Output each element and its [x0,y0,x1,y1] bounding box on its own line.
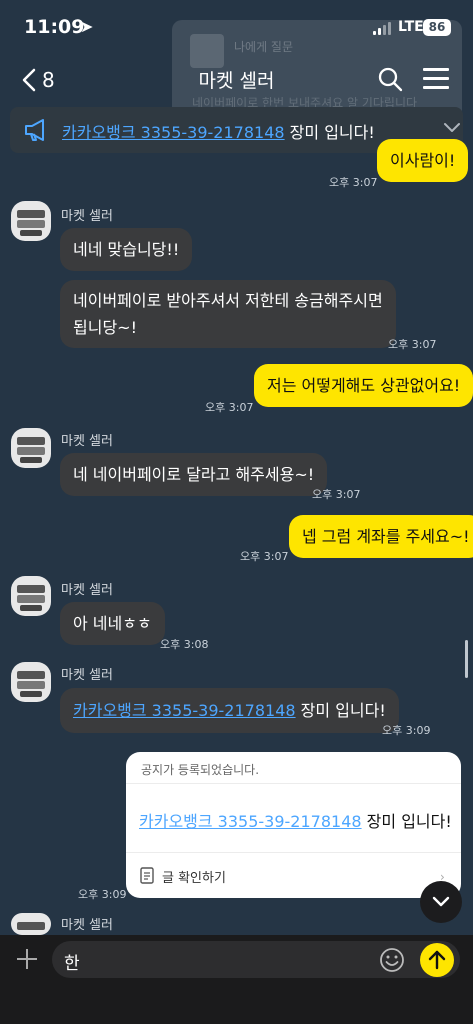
pinned-account-link[interactable]: 카카오뱅크 3355-39-2178148 [62,123,285,142]
message-text: 이사람이! [390,151,456,170]
account-link[interactable]: 카카오뱅크 3355-39-2178148 [73,701,296,720]
chevron-down-icon[interactable] [443,121,461,135]
message-text-line: 됩니당~! [73,318,137,337]
their-message-bubble[interactable]: 네네 맞습니당!! [60,228,193,271]
sender-name: 마켓 셀러 [61,209,113,224]
my-message-bubble[interactable]: 이사람이! [377,139,469,182]
message-time: 오후 3:09 [382,724,431,737]
view-post-button[interactable]: 글 확인하기 › [140,865,450,887]
notice-card[interactable]: 공지가 등록되었습니다. 카카오뱅크 3355-39-2178148 장미 입니… [126,752,461,898]
my-message-bubble[interactable]: 저는 어떻게해도 상관없어요! [254,364,473,407]
search-icon[interactable] [376,65,404,93]
message-input[interactable]: 한 [52,941,460,978]
pinned-notice-text: 카카오뱅크 3355-39-2178148 장미 입니다! [62,119,375,143]
send-button[interactable] [420,943,454,977]
message-text: 저는 어떻게해도 상관없어요! [267,376,461,395]
plus-icon[interactable] [16,948,38,970]
sender-name: 마켓 셀러 [61,668,113,683]
message-text: 아 네네ㅎㅎ [73,614,152,633]
arrow-up-icon [428,950,446,970]
avatar[interactable] [11,428,51,468]
view-post-label: 글 확인하기 [162,871,226,886]
message-time: 오후 3:07 [205,401,254,414]
message-text: 넵 그럼 계좌를 주세요~! [302,527,470,546]
notice-header: 공지가 등록되었습니다. [141,763,260,777]
scrollbar[interactable] [465,640,468,678]
avatar[interactable] [11,201,51,241]
their-message-bubble[interactable]: 네이버페이로 받아주셔서 저한테 송금해주시면 됩니당~! [60,280,396,348]
megaphone-icon [25,119,44,141]
my-message-bubble[interactable]: 넵 그럼 계좌를 주세요~! [289,515,473,558]
message-text-line: 네이버페이로 받아주셔서 저한테 송금해주시면 [73,291,383,310]
message-time: 오후 3:07 [388,338,437,351]
avatar[interactable] [11,576,51,616]
notice-account-link[interactable]: 카카오뱅크 3355-39-2178148 [139,812,362,831]
avatar[interactable] [11,662,51,702]
message-time: 오후 3:07 [312,488,361,501]
notice-suffix: 장미 입니다! [361,812,452,831]
chat-header: 8 마켓 셀러 [0,52,473,107]
menu-icon[interactable] [423,68,449,90]
divider [126,852,461,853]
message-text: 네네 맞습니당!! [73,240,180,259]
divider [126,783,461,784]
input-bar: 한 [0,935,473,1024]
their-message-bubble[interactable]: 아 네네ㅎㅎ [60,602,165,645]
pinned-suffix: 장미 입니다! [284,123,375,142]
document-icon [140,867,154,884]
sender-name: 마켓 셀러 [61,583,113,598]
status-time: 11:09 [24,16,85,38]
chevron-down-icon [432,896,450,907]
message-time: 오후 3:07 [329,176,378,189]
emoji-icon[interactable] [379,947,405,973]
their-message-bubble[interactable]: 네 네이버페이로 달라고 해주세용~! [60,453,328,496]
avatar[interactable] [11,913,51,935]
notice-body: 카카오뱅크 3355-39-2178148 장미 입니다! [139,808,452,832]
message-time: 오후 3:09 [78,888,127,901]
scroll-to-bottom-button[interactable] [420,881,462,923]
message-time: 오후 3:08 [160,638,209,651]
message-text: 네 네이버페이로 달라고 해주세용~! [73,465,315,484]
their-message-bubble[interactable]: 카카오뱅크 3355-39-2178148 장미 입니다! [60,688,399,733]
message-input-text: 한 [64,954,80,974]
sender-name: 마켓 셀러 [61,434,113,449]
location-arrow-icon: ➤ [80,17,94,36]
message-time: 오후 3:07 [240,550,289,563]
sender-name: 마켓 셀러 [61,918,113,933]
message-text: 장미 입니다! [295,701,386,720]
